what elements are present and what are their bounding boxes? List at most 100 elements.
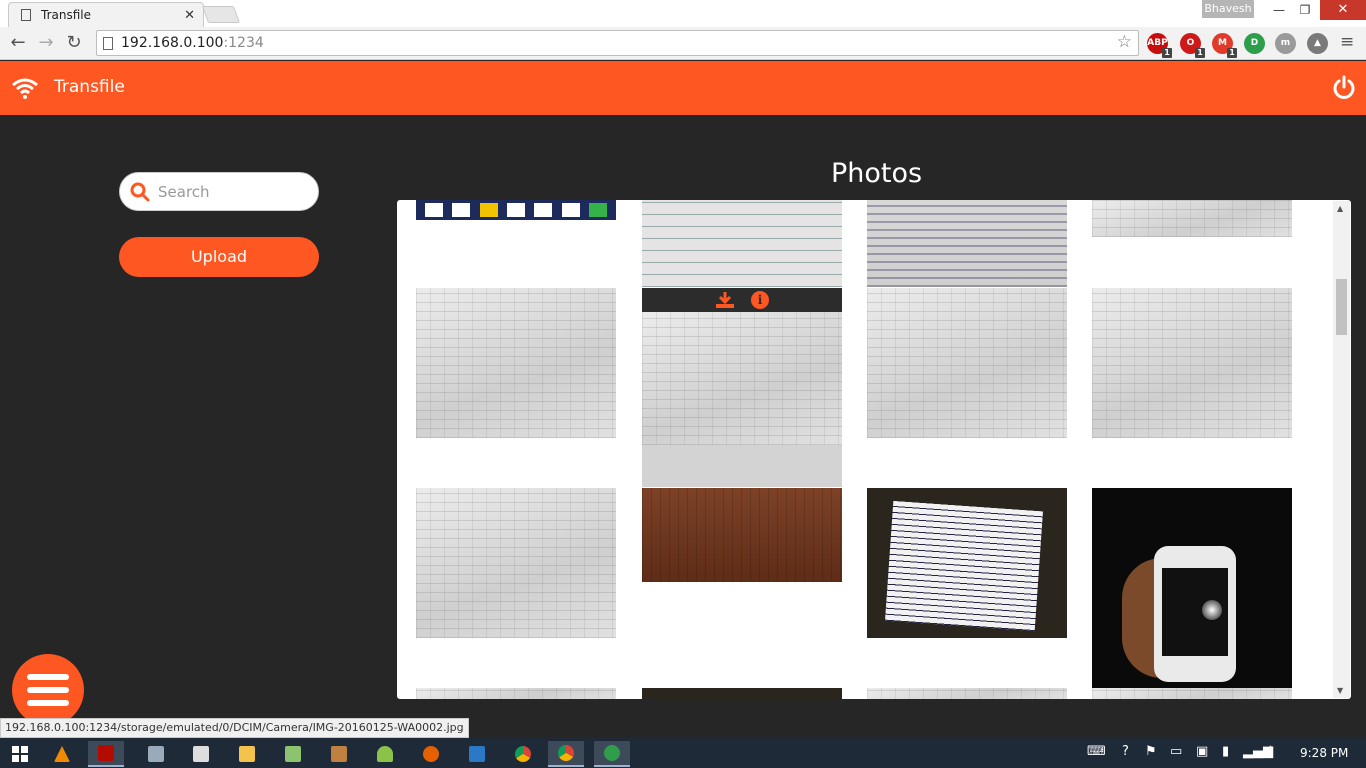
search-box[interactable] <box>119 172 319 211</box>
battery-icon[interactable]: ▮ <box>1222 744 1229 759</box>
photo-banner-logos[interactable] <box>416 200 616 220</box>
forward-icon[interactable]: → <box>34 31 58 55</box>
taskbar-clock[interactable]: 9:28 PM <box>1300 746 1348 760</box>
notepad-icon[interactable] <box>275 741 311 767</box>
photo-wood-texture[interactable] <box>642 488 842 582</box>
menu-fab-button[interactable] <box>12 654 84 726</box>
banner-logo <box>506 203 525 217</box>
browser-tab-strip: Transfile ✕ Bhavesh — ❐ ✕ <box>0 0 1366 27</box>
photo-hover-footer <box>642 445 842 487</box>
flag-icon[interactable]: ⚑ <box>1145 744 1157 759</box>
info-icon[interactable]: i <box>751 291 769 309</box>
opera-icon[interactable]: O1 <box>1180 33 1205 58</box>
pushbullet-icon[interactable] <box>594 741 630 767</box>
banner-logo <box>534 203 553 217</box>
hamburger-line <box>27 700 69 706</box>
app-window-icon[interactable] <box>459 741 495 767</box>
google-drive-icon[interactable]: ▲ <box>1307 33 1328 54</box>
windows-taskbar: ⌨ ? ⚑ ▭ ▣ ▮ ▂▄▆ ♪ 9:28 PM <box>0 738 1366 768</box>
scroll-up-icon[interactable]: ▲ <box>1337 204 1343 213</box>
editor-icon[interactable] <box>321 741 357 767</box>
scroll-down-icon[interactable]: ▼ <box>1337 686 1343 695</box>
help-icon[interactable]: ? <box>1122 744 1129 759</box>
address-bar[interactable]: 192.168.0.100:1234 ☆ <box>96 30 1139 56</box>
url-port: :1234 <box>223 35 264 51</box>
photo-gallery: i <box>397 200 1351 699</box>
browser-tab[interactable]: Transfile ✕ <box>8 2 204 27</box>
pushbullet-icon[interactable]: D <box>1244 33 1265 54</box>
search-icon <box>130 182 150 201</box>
banner-logo <box>424 203 443 217</box>
photo-partial-row[interactable] <box>642 688 842 699</box>
wifi-icon <box>12 78 38 99</box>
url-host: 192.168.0.100 <box>121 35 224 51</box>
search-input[interactable] <box>158 182 308 201</box>
paper-sheet <box>884 500 1044 632</box>
extension-badge: 1 <box>1195 48 1205 58</box>
minimize-button[interactable]: — <box>1266 0 1292 20</box>
tab-title: Transfile <box>41 8 91 22</box>
scrollbar-thumb[interactable] <box>1336 279 1347 335</box>
photo-table-sheet-1[interactable] <box>416 288 616 438</box>
hamburger-line <box>27 687 69 693</box>
acrobat-icon[interactable] <box>88 741 124 767</box>
network-tool-icon[interactable] <box>138 741 174 767</box>
extension-badge: 1 <box>1162 48 1172 58</box>
gmail-icon[interactable]: M1 <box>1212 33 1237 58</box>
browser-toolbar: ← → ↻ 192.168.0.100:1234 ☆ ABP 1 O 1 M 1 Dm ▲ ≡ <box>0 27 1366 60</box>
chrome-menu-icon[interactable]: ≡ <box>1340 32 1354 52</box>
link-status-bubble: 192.168.0.100:1234/storage/emulated/0/DC… <box>0 718 469 738</box>
device-icon[interactable]: ▣ <box>1196 744 1208 759</box>
phone <box>1154 546 1236 682</box>
file-explorer-icon[interactable] <box>229 741 265 767</box>
android-studio-icon[interactable] <box>367 741 403 767</box>
photo-table-sheet-4[interactable] <box>416 488 616 638</box>
keyboard-icon[interactable]: ⌨ <box>1087 744 1106 759</box>
extension-m-icon[interactable]: m <box>1275 33 1296 54</box>
photo-handwritten-page[interactable] <box>867 200 1067 287</box>
photo-table-sheet-3[interactable] <box>1092 288 1292 438</box>
banner-logo <box>589 203 608 217</box>
photo-ruled-notebook[interactable] <box>642 200 842 287</box>
page-icon <box>21 9 31 21</box>
phone-screen <box>1162 568 1228 656</box>
new-tab-button[interactable] <box>201 6 241 23</box>
tab-close-icon[interactable]: ✕ <box>184 8 195 23</box>
banner-logo <box>452 203 471 217</box>
photo-action-bar: i <box>642 288 842 312</box>
bookmark-star-icon[interactable]: ☆ <box>1117 32 1132 52</box>
volume-icon[interactable]: ♪ <box>1266 744 1274 759</box>
power-icon[interactable] <box>1331 75 1357 101</box>
photo-partial-row[interactable] <box>1092 688 1292 699</box>
display-icon[interactable]: ▭ <box>1170 744 1182 759</box>
photo-written-notes[interactable] <box>867 488 1067 638</box>
app-header: Transfile <box>0 61 1366 115</box>
banner-logo <box>561 203 580 217</box>
photo-table-sheet-2[interactable] <box>867 288 1067 438</box>
page-info-icon[interactable] <box>103 36 113 50</box>
computer-icon[interactable] <box>183 741 219 767</box>
photo-partial-row[interactable] <box>867 688 1067 699</box>
flash-glare <box>1202 600 1222 620</box>
back-icon[interactable]: ← <box>6 31 30 55</box>
photo-partial-row[interactable] <box>416 688 616 699</box>
chrome-icon[interactable] <box>505 741 541 767</box>
app-title: Transfile <box>54 77 125 97</box>
photo-table-sheet-hover[interactable] <box>642 312 842 445</box>
window-close-button[interactable]: ✕ <box>1320 0 1366 20</box>
firefox-icon[interactable] <box>413 741 449 767</box>
download-icon[interactable] <box>715 291 735 309</box>
photo-paper-top-right[interactable] <box>1092 200 1292 237</box>
extension-badge: 1 <box>1227 48 1237 58</box>
upload-button[interactable]: Upload <box>119 237 319 277</box>
restore-button[interactable]: ❐ <box>1292 0 1318 20</box>
hamburger-line <box>27 674 69 680</box>
start-icon[interactable] <box>2 741 38 767</box>
chrome-active-icon[interactable] <box>548 741 584 767</box>
reload-icon[interactable]: ↻ <box>62 31 86 55</box>
profile-button[interactable]: Bhavesh <box>1202 0 1254 18</box>
gallery-scrollbar[interactable]: ▲ ▼ <box>1333 201 1350 698</box>
adblock-plus-icon[interactable]: ABP 1 <box>1147 33 1172 58</box>
vlc-icon[interactable] <box>44 741 80 767</box>
photo-phone-in-hand[interactable] <box>1092 488 1292 688</box>
